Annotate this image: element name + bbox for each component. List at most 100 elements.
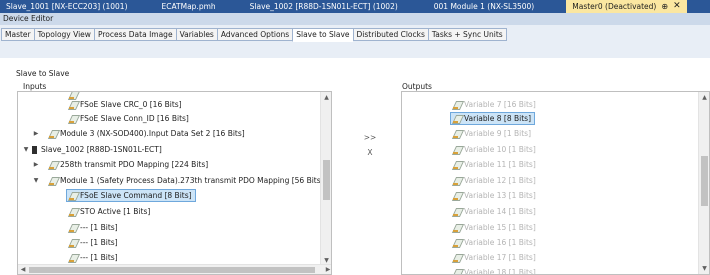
slave-to-slave-content: Slave to Slave Inputs Outputs FSoE Slave… (0, 58, 710, 275)
tree-item[interactable]: FSoE Slave Conn_ID [16 Bits] (68, 112, 189, 125)
close-icon[interactable]: ✕ (673, 0, 681, 13)
tree-item[interactable]: ▼ Slave_1002 [R88D-1SN01L-ECT] (22, 143, 162, 156)
list-item-label: Variable 9 [1 Bits] (464, 129, 531, 138)
expand-arrow-icon[interactable]: ▶ (32, 127, 40, 140)
list-item-label: Variable 10 [1 Bits] (464, 145, 536, 154)
tree-item-label: Slave_1002 [R88D-1SN01L-ECT] (41, 145, 162, 154)
remove-mapping-button[interactable]: X (363, 148, 377, 157)
inputs-label: Inputs (23, 82, 47, 91)
list-item-label: Variable 14 [1 Bits] (464, 207, 536, 216)
list-item-selected[interactable]: Variable 8 [8 Bits] (450, 112, 535, 125)
variable-icon (48, 129, 58, 139)
inputs-vertical-scrollbar[interactable]: ▲ ▼ (320, 92, 331, 266)
list-item[interactable]: Variable 9 [1 Bits] (452, 127, 531, 140)
list-item-label: Variable 11 [1 Bits] (464, 160, 536, 169)
variable-icon (452, 223, 462, 233)
variable-icon (68, 191, 78, 201)
variable-icon (48, 176, 58, 186)
doc-tab-master0-label: Master0 (Deactivated) (572, 2, 657, 11)
list-item[interactable]: Variable 13 [1 Bits] (452, 189, 536, 202)
tab-slave-to-slave[interactable]: Slave to Slave (292, 28, 353, 42)
list-item[interactable]: Variable 15 [1 Bits] (452, 221, 536, 234)
tree-item-label: STO Active [1 Bits] (80, 207, 151, 216)
tree-item-label: FSoE Slave CRC_0 [16 Bits] (80, 100, 182, 109)
variable-icon (452, 114, 462, 124)
tree-item-label: --- [1 Bits] (80, 253, 118, 262)
doc-tab-master0[interactable]: Master0 (Deactivated) ⊕ ✕ (566, 0, 687, 13)
list-item-label: Variable 7 [16 Bits] (464, 100, 536, 109)
scroll-up-icon[interactable]: ▲ (321, 92, 331, 103)
tree-item[interactable]: --- [1 Bits] (68, 251, 118, 264)
scroll-right-icon[interactable]: ▶ (323, 265, 331, 274)
outputs-scroll-thumb[interactable] (701, 156, 708, 206)
inputs-tree-panel[interactable]: FSoE Slave CRC_0 [16 Bits] FSoE Slave Co… (17, 91, 332, 275)
device-icon (32, 145, 37, 154)
document-tab-bar: Slave_1001 [NX-ECC203] (1001) ECATMap.pm… (0, 0, 710, 13)
list-item-label: Variable 15 [1 Bits] (464, 223, 536, 232)
variable-icon (452, 176, 462, 186)
variable-icon (452, 253, 462, 263)
outputs-list-panel[interactable]: Variable 7 [16 Bits] Variable 8 [8 Bits]… (401, 91, 710, 275)
doc-tab-slave-1002[interactable]: Slave_1002 [R88D-1SN01L-ECT] (1002) (244, 0, 404, 13)
doc-tab-slave-1001[interactable]: Slave_1001 [NX-ECC203] (1001) (0, 0, 134, 13)
tab-process-data-image[interactable]: Process Data Image (93, 28, 176, 41)
outputs-label: Outputs (402, 82, 432, 91)
variable-icon (68, 253, 78, 263)
inputs-scroll-thumb[interactable] (323, 160, 330, 200)
outputs-vertical-scrollbar[interactable]: ▲ ▼ (698, 92, 709, 274)
list-item-label: Variable 18 [1 Bits] (464, 268, 536, 275)
list-item[interactable]: Variable 16 [1 Bits] (452, 236, 536, 249)
tree-item[interactable]: FSoE Slave CRC_0 [16 Bits] (68, 98, 182, 111)
variable-icon (452, 145, 462, 155)
scroll-left-icon[interactable]: ◀ (18, 265, 28, 274)
tree-item-label: --- [1 Bits] (80, 223, 118, 232)
scroll-down-icon[interactable]: ▼ (699, 263, 709, 274)
tree-item[interactable]: ▼ Module 1 (Safety Process Data).273th t… (32, 174, 324, 187)
tree-item-selected[interactable]: FSoE Slave Command [8 Bits] (66, 189, 196, 202)
tree-item[interactable]: ▶ Module 3 (NX-SOD400).Input Data Set 2 … (32, 127, 245, 140)
add-mapping-button[interactable]: >> (363, 133, 377, 142)
variable-icon (452, 207, 462, 217)
variable-icon (452, 129, 462, 139)
list-item-label: Variable 13 [1 Bits] (464, 191, 536, 200)
list-item-label: Variable 12 [1 Bits] (464, 176, 536, 185)
list-item[interactable]: Variable 11 [1 Bits] (452, 158, 536, 171)
expand-arrow-icon[interactable]: ▶ (32, 158, 40, 171)
variable-icon (68, 100, 78, 110)
scroll-up-icon[interactable]: ▲ (699, 92, 709, 103)
tree-item-label: FSoE Slave Conn_ID [16 Bits] (80, 114, 189, 123)
variable-icon (452, 268, 462, 275)
tree-item[interactable]: --- [1 Bits] (68, 236, 118, 249)
tab-tasks-sync-units[interactable]: Tasks + Sync Units (427, 28, 507, 41)
tab-variables[interactable]: Variables (175, 28, 217, 41)
section-title: Slave to Slave (16, 69, 70, 78)
list-item[interactable]: Variable 12 [1 Bits] (452, 174, 536, 187)
doc-tab-module-1[interactable]: 001 Module 1 (NX-SL3500) (428, 0, 540, 13)
tab-master[interactable]: Master (1, 28, 34, 41)
list-item[interactable]: Variable 10 [1 Bits] (452, 143, 536, 156)
tree-item-label: 258th transmit PDO Mapping [224 Bits] (60, 160, 209, 169)
list-item-label: Variable 16 [1 Bits] (464, 238, 536, 247)
variable-icon (68, 114, 78, 124)
tab-advanced-options[interactable]: Advanced Options (216, 28, 293, 41)
collapse-arrow-icon[interactable]: ▼ (32, 174, 40, 187)
tree-item[interactable]: --- [1 Bits] (68, 221, 118, 234)
pin-icon[interactable]: ⊕ (661, 0, 668, 13)
variable-icon (452, 100, 462, 110)
list-item[interactable]: Variable 18 [1 Bits] (452, 266, 536, 275)
tree-item[interactable]: ▶ 258th transmit PDO Mapping [224 Bits] (32, 158, 209, 171)
tab-distributed-clocks[interactable]: Distributed Clocks (352, 28, 428, 41)
tab-topology-view[interactable]: Topology View (33, 28, 94, 41)
doc-tab-ecatmap[interactable]: ECATMap.pmh (156, 0, 222, 13)
tree-item[interactable]: STO Active [1 Bits] (68, 205, 150, 218)
list-item[interactable]: Variable 14 [1 Bits] (452, 205, 536, 218)
tree-item-label: --- [1 Bits] (80, 238, 118, 247)
collapse-arrow-icon[interactable]: ▼ (22, 143, 30, 156)
list-item[interactable]: Variable 17 [1 Bits] (452, 251, 536, 264)
inputs-hscroll-thumb[interactable] (29, 267, 315, 273)
variable-icon (452, 191, 462, 201)
variable-icon (68, 207, 78, 217)
variable-icon (68, 223, 78, 233)
inputs-horizontal-scrollbar[interactable]: ◀ ▶ (18, 264, 331, 274)
list-item[interactable]: Variable 7 [16 Bits] (452, 98, 536, 111)
